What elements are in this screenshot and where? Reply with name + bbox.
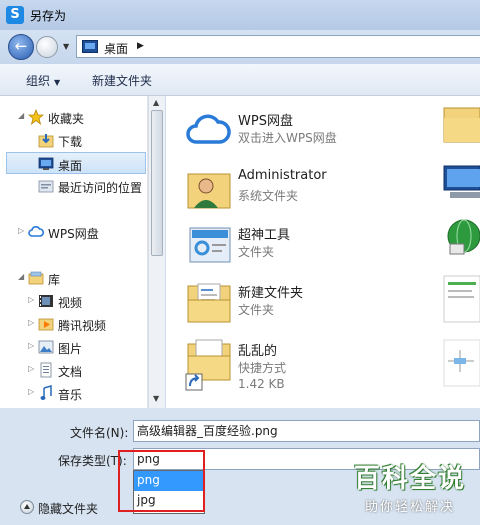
file-type: 文件夹 — [238, 245, 275, 259]
expand-icon[interactable]: ▷ — [28, 295, 34, 304]
watermark-logo: 百科全说 助你轻松解决 — [344, 458, 476, 520]
computer-icon — [443, 165, 480, 198]
sidebar-item-desktop[interactable]: 桌面 — [6, 152, 146, 174]
sidebar-item-label: 桌面 — [58, 159, 83, 173]
folder-icon — [443, 107, 480, 143]
file-name: 新建文件夹 — [238, 286, 304, 301]
expand-icon[interactable]: ▷ — [28, 387, 34, 396]
sidebar-item-downloads[interactable]: 下载 — [0, 129, 146, 151]
file-item-new-folder[interactable]: 新建文件夹 文件夹 — [166, 274, 436, 330]
file-name: Administrator — [238, 168, 327, 183]
sidebar-item-wps-drive[interactable]: ▷ WPS网盘 — [0, 221, 146, 243]
recent-locations-dropdown[interactable]: ▼ — [63, 42, 69, 51]
sidebar-item-favorites[interactable]: ◢ 收藏夹 — [0, 106, 146, 128]
watermark-main-text: 百科全说 — [353, 464, 466, 494]
sidebar-item-label: 下载 — [58, 135, 83, 149]
user-folder-icon — [187, 173, 231, 209]
chevron-down-icon: ▼ — [54, 78, 61, 87]
sidebar-item-label: 文档 — [58, 365, 83, 379]
video-icon — [39, 295, 53, 307]
address-bar: ← ▼ 桌面 ▶ — [0, 30, 480, 64]
scroll-down-icon[interactable]: ▼ — [153, 394, 159, 403]
chevron-right-icon[interactable]: ▶ — [137, 41, 144, 51]
sidebar-item-pictures[interactable]: ▷ 图片 — [0, 336, 146, 358]
recent-places-icon — [38, 180, 54, 193]
file-item-wps-drive[interactable]: WPS网盘 双击进入WPS网盘 — [166, 102, 436, 158]
highlight-box — [118, 450, 205, 512]
address-input[interactable]: 桌面 ▶ — [76, 35, 480, 58]
desktop-icon — [82, 40, 98, 53]
document-thumbnail-icon — [443, 275, 480, 323]
app-icon: S — [6, 6, 24, 24]
document-icon — [40, 362, 52, 378]
sidebar-item-libraries[interactable]: ◢ 库 — [0, 267, 146, 289]
expand-icon[interactable]: ◢ — [18, 272, 24, 281]
organize-label: 组织 — [26, 74, 51, 88]
music-icon — [40, 385, 52, 400]
filename-input[interactable]: 高级编辑器_百度经验.png — [133, 420, 480, 442]
new-folder-button[interactable]: 新建文件夹 — [92, 72, 152, 89]
sidebar-item-music[interactable]: ▷ 音乐 — [0, 382, 146, 404]
expand-icon[interactable]: ▷ — [28, 364, 34, 373]
file-type: 双击进入WPS网盘 — [238, 131, 337, 145]
download-folder-icon — [38, 134, 54, 148]
scrollbar-thumb[interactable] — [151, 110, 163, 256]
shortcut-folder-icon — [185, 339, 231, 391]
file-name: 超神工具 — [238, 228, 291, 243]
star-icon — [28, 109, 44, 125]
sidebar-item-documents[interactable]: ▷ 文档 — [0, 359, 146, 381]
expand-icon[interactable]: ▷ — [28, 318, 34, 327]
sidebar-item-videos[interactable]: ▷ 视频 — [0, 290, 146, 312]
file-item-shortcut[interactable]: 乱乱的 快捷方式 1.42 KB — [166, 332, 436, 402]
sidebar-item-label: 图片 — [58, 342, 83, 356]
tencent-video-icon — [38, 318, 54, 331]
window-title: 另存为 — [30, 9, 67, 23]
sidebar-item-tencent-video[interactable]: ▷ 腾讯视频 — [0, 313, 146, 335]
file-type: 系统文件夹 — [238, 189, 299, 203]
title-bar: S 另存为 — [0, 0, 480, 30]
sidebar-item-label: 最近访问的位置 — [58, 181, 143, 195]
file-size: 1.42 KB — [238, 377, 285, 391]
forward-button[interactable] — [36, 36, 58, 58]
sidebar-item-label: 腾讯视频 — [58, 319, 107, 333]
filename-label: 文件名(N): — [70, 426, 129, 440]
library-icon — [28, 271, 44, 285]
folder-icon — [187, 283, 231, 323]
toolbar: 组织 ▼ 新建文件夹 — [0, 64, 480, 96]
cloud-icon — [28, 226, 44, 237]
file-name: 乱乱的 — [238, 344, 278, 359]
sidebar-item-label: 收藏夹 — [48, 112, 85, 126]
sidebar-scrollbar[interactable]: ▲ ▼ — [148, 96, 165, 408]
sidebar-item-recent[interactable]: 最近访问的位置 — [0, 175, 146, 197]
back-button[interactable]: ← — [8, 34, 34, 60]
scroll-up-icon[interactable]: ▲ — [153, 98, 159, 107]
filetype-label: 保存类型(T): — [58, 454, 127, 468]
address-location[interactable]: 桌面 — [104, 40, 128, 57]
sidebar-item-label: WPS网盘 — [48, 227, 99, 241]
file-item-tools[interactable]: 超神工具 文件夹 — [166, 216, 436, 272]
file-item-administrator[interactable]: Administrator 系统文件夹 — [166, 160, 436, 216]
network-icon — [447, 219, 480, 255]
expand-icon[interactable]: ▷ — [18, 226, 24, 235]
navigation-pane: ◢ 收藏夹 下载 桌面 最近访问的位置 ▷ WPS网盘 ◢ 库 ▷ 视频 ▷ 腾… — [0, 96, 148, 408]
expand-icon[interactable]: ◢ — [18, 111, 24, 120]
file-type: 快捷方式 — [238, 361, 287, 375]
mindmap-thumbnail-icon — [443, 339, 480, 387]
file-type: 文件夹 — [238, 303, 275, 317]
tool-folder-icon — [189, 227, 231, 263]
desktop-icon — [38, 157, 54, 170]
file-list: WPS网盘 双击进入WPS网盘 Administrator 系统文件夹 超神工具… — [166, 96, 480, 408]
expand-icon[interactable]: ▷ — [28, 341, 34, 350]
sidebar-item-label: 音乐 — [58, 388, 83, 402]
cloud-icon — [186, 114, 231, 144]
watermark-sub-text: 助你轻松解决 — [364, 500, 455, 515]
hide-folders-label: 隐藏文件夹 — [38, 502, 99, 516]
sidebar-item-label: 视频 — [58, 296, 83, 310]
picture-icon — [38, 340, 54, 354]
organize-button[interactable]: 组织 ▼ — [26, 72, 60, 89]
sidebar-item-label: 库 — [48, 273, 61, 287]
file-name: WPS网盘 — [238, 114, 293, 129]
collapse-icon[interactable] — [20, 500, 34, 514]
